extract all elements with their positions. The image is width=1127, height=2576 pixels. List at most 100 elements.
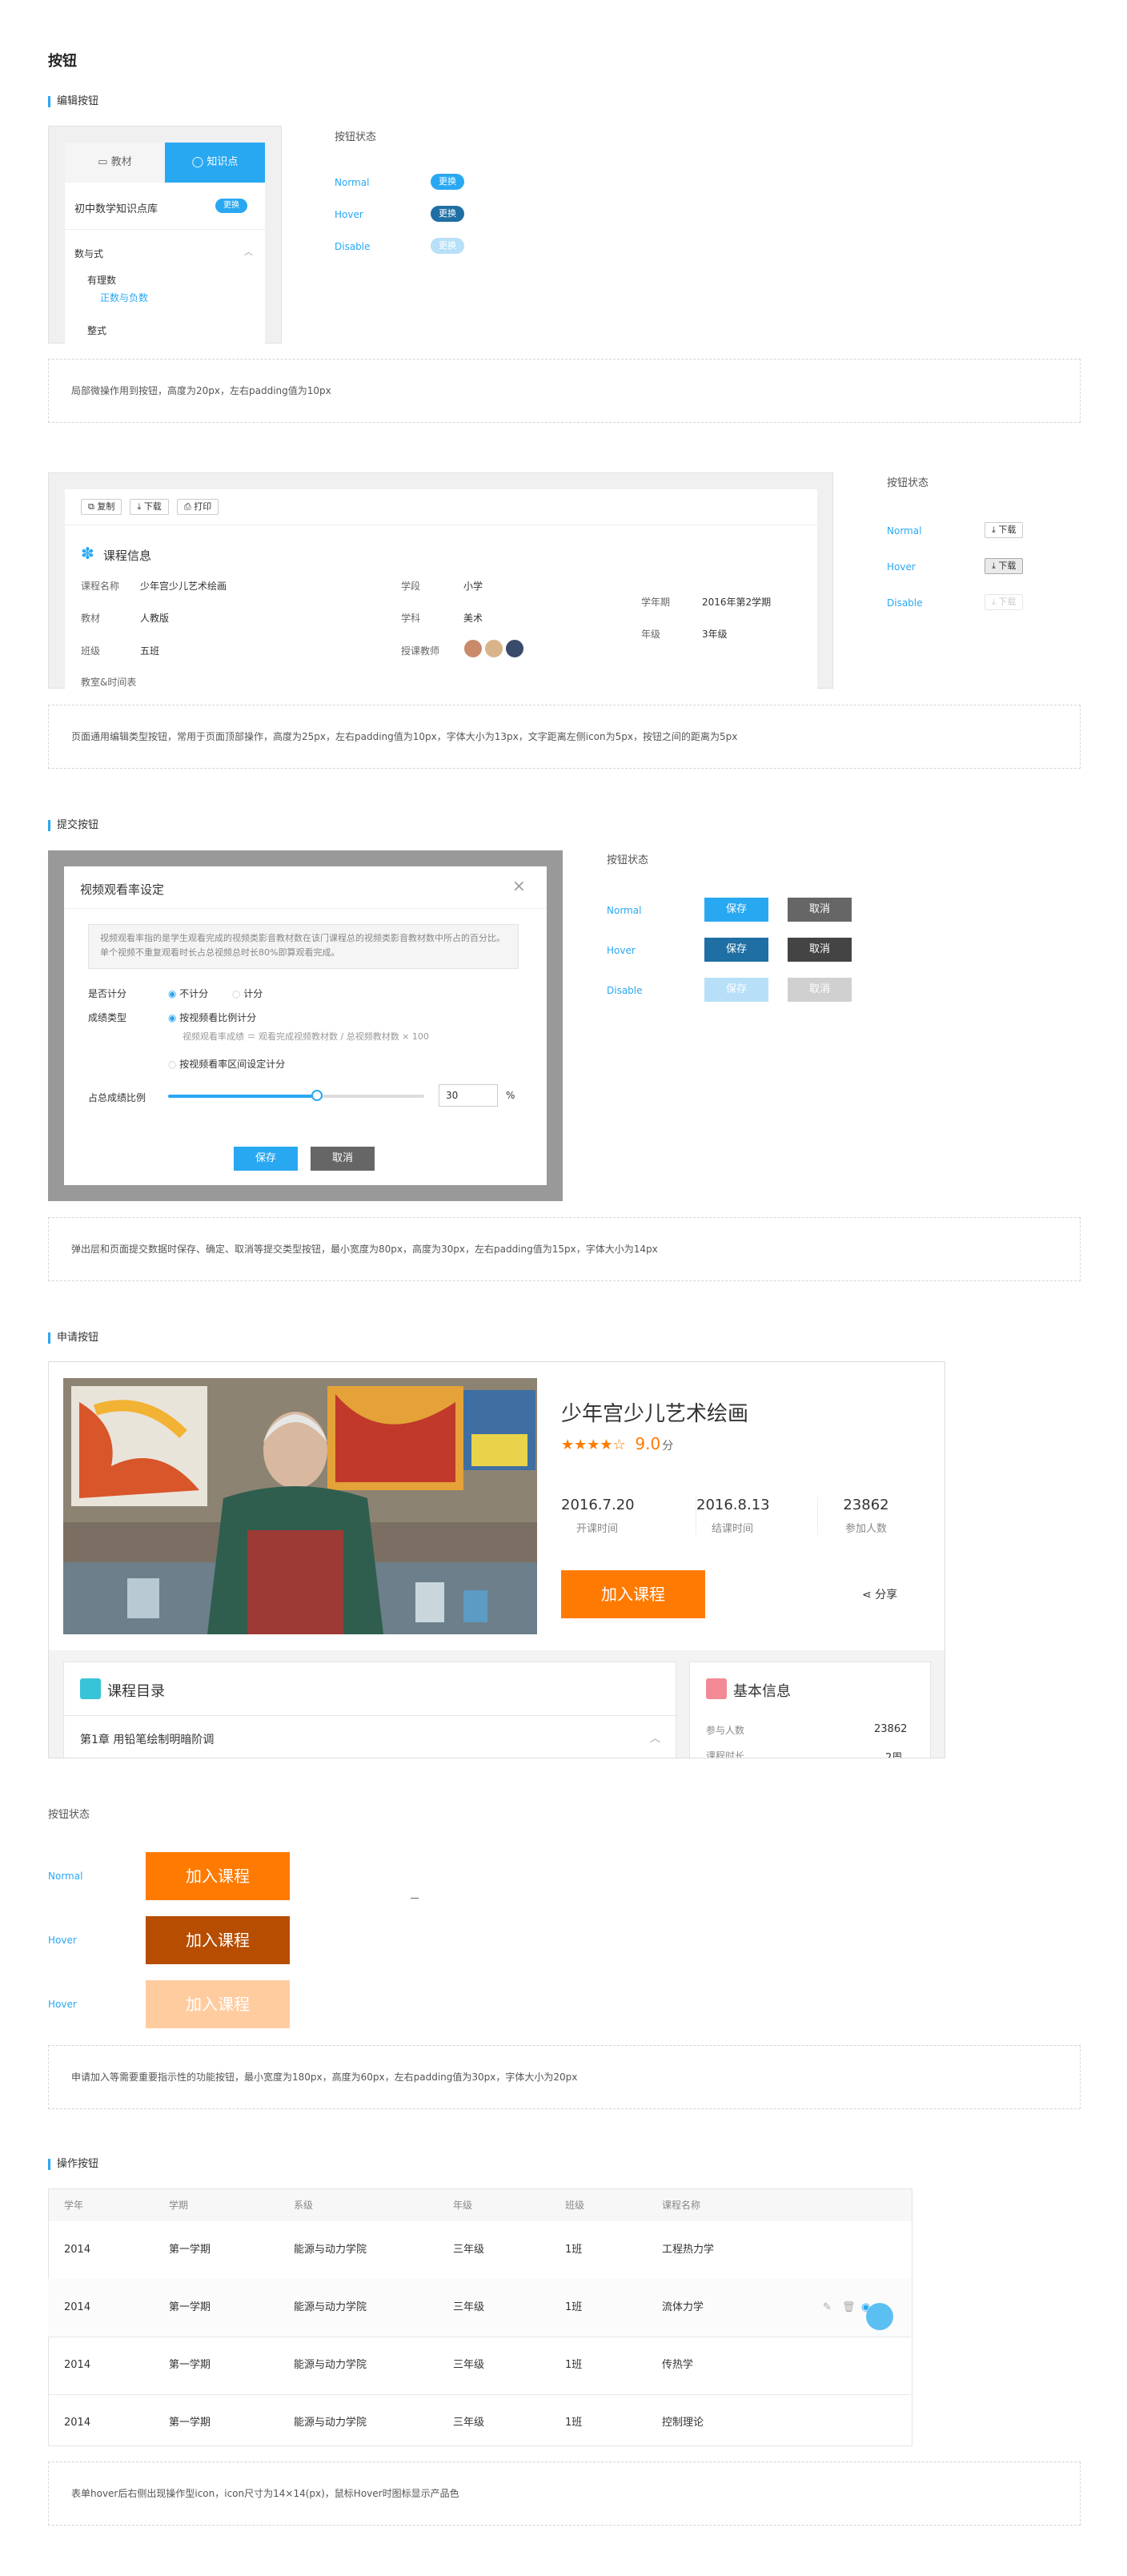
table-cell: 第一学期 [169, 2301, 211, 2313]
delete-icon[interactable]: 🗑 [842, 2279, 856, 2337]
field-value: 人教版 [140, 613, 170, 624]
table-cell: 三年级 [453, 2359, 485, 2371]
table-cell: 三年级 [453, 2244, 485, 2256]
join-button-normal[interactable]: 加入课程 [146, 1852, 290, 1900]
edit-demo-panel: ▭ 教材 ◯ 知识点 初中数学知识点库 更换 数与式 ︿ 有理数 正数与负数 整… [48, 126, 282, 344]
table-cell: 2014 [64, 2301, 91, 2313]
stat-end: 2016.8.13 结课时间 [696, 1497, 770, 1535]
state-label-hover: Hover [887, 561, 916, 573]
print-button[interactable]: ⎙ 打印 [176, 499, 219, 515]
table-cell: 第一学期 [169, 2244, 211, 2256]
field-label: 授课教师 [401, 645, 440, 657]
close-icon[interactable]: × [512, 876, 526, 895]
download-button-disabled: ⤓ 下载 [985, 594, 1024, 610]
tree-item[interactable]: 整式 [87, 324, 106, 337]
ratio-input[interactable]: 30 [439, 1084, 498, 1107]
chevron-up-icon[interactable]: ︿ [244, 245, 253, 258]
field-label: 学科 [401, 613, 421, 624]
info-icon [706, 1678, 727, 1699]
state-label-disable: Disable [335, 241, 371, 252]
table-cell: 2014 [64, 2244, 91, 2256]
table-cell: 2014 [64, 2417, 91, 2429]
book-icon: ▭ [98, 156, 111, 168]
cursor-mark [411, 1898, 419, 1899]
avatar[interactable] [505, 639, 524, 658]
edit-demo-card: ▭ 教材 ◯ 知识点 初中数学知识点库 更换 数与式 ︿ 有理数 正数与负数 整… [65, 143, 265, 344]
radio-score[interactable]: ○ 计分 [232, 987, 263, 1000]
radio-no-score[interactable]: ◉ 不计分 [168, 987, 208, 1000]
share-button[interactable]: ⋖ 分享 [862, 1586, 897, 1602]
state-label-hover: Hover [48, 1935, 77, 1946]
note-edit: 局部微操作用到按钮，高度为20px，左右padding值为10px [48, 359, 1081, 423]
dialog-save-button[interactable]: 保存 [234, 1147, 298, 1171]
teacher-avatars [463, 639, 524, 661]
section-heading-submit: 提交按钮 [48, 820, 98, 831]
save-button-disabled: 保存 [704, 978, 768, 1002]
field-label: 教材 [81, 613, 101, 624]
chevron-up-icon[interactable]: ︿ [650, 1730, 660, 1745]
table-cell: 能源与动力学院 [294, 2417, 367, 2429]
cancel-button-hover[interactable]: 取消 [788, 938, 852, 962]
save-button-hover[interactable]: 保存 [704, 938, 768, 962]
copy-button[interactable]: ⧉ 复制 [81, 499, 122, 515]
dialog-title: 视频观看率设定 [80, 882, 165, 897]
table-cell: 1班 [565, 2417, 583, 2429]
field-label: 课程名称 [81, 581, 120, 592]
note-submit: 弹出层和页面提交数据时保存、确定、取消等提交类型按钮，最小宽度为80px，高度为… [48, 1217, 1081, 1281]
change-button-hover[interactable]: 更换 [431, 206, 464, 222]
library-name: 初中数学知识点库 [74, 203, 158, 215]
radio-range[interactable]: ○ 按视频看率区间设定计分 [168, 1057, 285, 1071]
ratio-slider[interactable] [168, 1090, 424, 1101]
print-icon: ⎙ [183, 501, 195, 512]
table-cell: 第一学期 [169, 2359, 211, 2371]
tab-textbook[interactable]: ▭ 教材 [65, 143, 165, 183]
section-heading-action: 操作按钮 [48, 2159, 98, 2170]
save-button-normal[interactable]: 保存 [704, 898, 768, 922]
divider [65, 524, 817, 525]
dialog-description: 视频观看率指的是学生观看完成的视频类影音教材数在该门课程总的视频类影音教材数中所… [88, 924, 519, 969]
download-button-normal[interactable]: ⤓ 下载 [985, 522, 1024, 538]
table-row[interactable]: 2014 第一学期 能源与动力学院 三年级 1班 工程热力学 [48, 2221, 911, 2280]
tree-item[interactable]: 有理数 [87, 273, 116, 287]
tree-item-active[interactable]: 正数与负数 [100, 291, 148, 304]
dialog-cancel-button[interactable]: 取消 [311, 1147, 375, 1171]
table-row[interactable]: 2014 第一学期 能源与动力学院 三年级 1班 传热学 [48, 2337, 911, 2395]
field-label: 教室&时间表 [81, 677, 137, 688]
avatar[interactable] [463, 639, 483, 658]
join-course-button[interactable]: 加入课程 [561, 1570, 705, 1618]
edit-icon[interactable]: ✎ [823, 2279, 832, 2337]
field-label: 班级 [81, 645, 101, 657]
column-header: 年级 [453, 2200, 473, 2211]
table-row[interactable]: 2014 第一学期 能源与动力学院 三年级 1班 控制理论 [48, 2394, 911, 2452]
column-header: 学年 [64, 2200, 84, 2211]
field-label: 年级 [641, 629, 661, 640]
ratio-label: 占总成绩比例 [88, 1092, 146, 1103]
radio-icon: ○ [168, 1059, 180, 1070]
star-rating-icon: ★★★★☆ [561, 1437, 626, 1453]
state-label-hover: Hover [335, 209, 363, 220]
change-button[interactable]: 更换 [215, 199, 247, 213]
table-cell: 三年级 [453, 2301, 485, 2313]
download-button[interactable]: ⤓ 下载 [130, 499, 169, 515]
table-cell: 能源与动力学院 [294, 2359, 367, 2371]
download-button-hover[interactable]: ⤓ 下载 [985, 558, 1024, 574]
change-button-normal[interactable]: 更换 [431, 174, 464, 190]
divider [64, 1715, 677, 1716]
radio-ratio[interactable]: ◉ 按视频看比例计分 [168, 1011, 256, 1024]
course-info-title: 课程信息 [103, 549, 152, 563]
state-label-disable: Hover [48, 1999, 77, 2010]
catalog-title: 课程目录 [107, 1683, 165, 1700]
bulb-icon: ◯ [191, 156, 207, 168]
table-cell: 1班 [565, 2359, 583, 2371]
table-cell: 传热学 [662, 2359, 694, 2371]
table-row-hover[interactable]: 2014 第一学期 能源与动力学院 三年级 1班 流体力学 ✎ 🗑 ◉ [48, 2279, 911, 2337]
slider-handle[interactable] [311, 1090, 323, 1101]
tab-knowledge[interactable]: ◯ 知识点 [165, 143, 265, 183]
chapter-item[interactable]: 第1章 用铅笔绘制明暗阶调 [80, 1731, 214, 1747]
join-button-hover[interactable]: 加入课程 [146, 1916, 290, 1964]
cursor-highlight [866, 2303, 893, 2330]
tree-group[interactable]: 数与式 [74, 247, 103, 260]
cancel-button-normal[interactable]: 取消 [788, 898, 852, 922]
table-cell: 流体力学 [662, 2301, 704, 2313]
avatar[interactable] [484, 639, 503, 658]
